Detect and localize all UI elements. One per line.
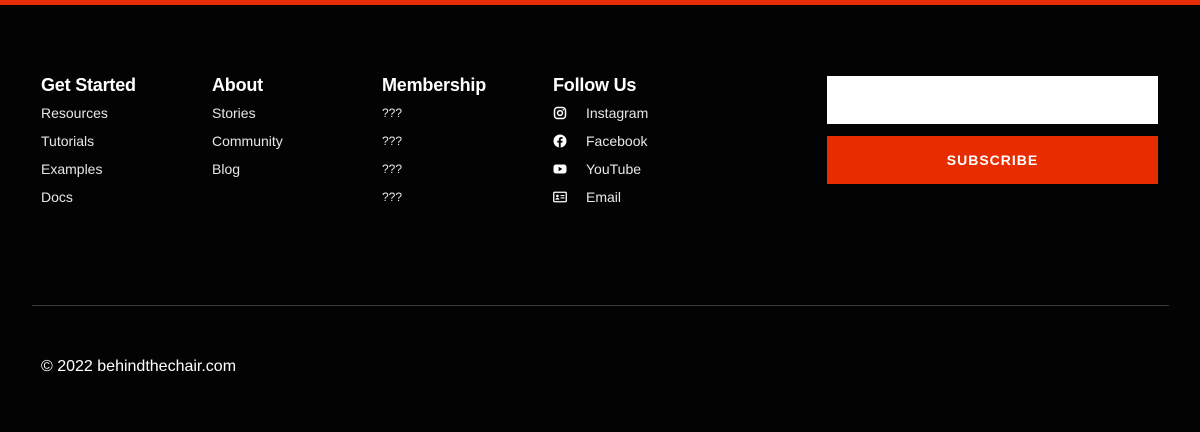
youtube-icon — [553, 162, 567, 176]
footer-link-stories[interactable]: Stories — [212, 105, 283, 121]
instagram-icon — [553, 106, 567, 120]
column-title-follow-us: Follow Us — [553, 75, 637, 95]
footer-link-membership-1[interactable]: ??? — [382, 105, 486, 121]
footer-divider — [32, 305, 1169, 306]
footer-column-membership: Membership ??? ??? ??? ??? — [382, 74, 486, 217]
footer-link-docs[interactable]: Docs — [41, 189, 136, 205]
social-label-facebook: Facebook — [586, 133, 648, 149]
footer-link-examples[interactable]: Examples — [41, 161, 136, 177]
link-list-membership: ??? ??? ??? ??? — [382, 105, 486, 205]
newsletter-form: SUBSCRIBE — [827, 76, 1158, 184]
social-label-youtube: YouTube — [586, 161, 642, 177]
footer-column-about: About Stories Community Blog — [212, 74, 283, 189]
footer-link-blog[interactable]: Blog — [212, 161, 283, 177]
footer-link-membership-4[interactable]: ??? — [382, 189, 486, 205]
footer-column-get-started: Get Started Resources Tutorials Examples… — [41, 74, 136, 217]
link-list-get-started: Resources Tutorials Examples Docs — [41, 105, 136, 205]
social-link-facebook[interactable]: Facebook — [553, 133, 648, 149]
email-card-icon — [553, 190, 567, 204]
social-link-youtube[interactable]: YouTube — [553, 161, 648, 177]
social-link-instagram[interactable]: Instagram — [553, 105, 648, 121]
subscribe-button[interactable]: SUBSCRIBE — [827, 136, 1158, 184]
social-label-instagram: Instagram — [586, 105, 649, 121]
footer-link-membership-3[interactable]: ??? — [382, 161, 486, 177]
column-title-get-started: Get Started — [41, 75, 136, 95]
newsletter-email-input[interactable] — [827, 76, 1158, 124]
social-label-email: Email — [586, 189, 622, 205]
link-list-about: Stories Community Blog — [212, 105, 283, 177]
facebook-icon — [553, 134, 567, 148]
column-title-membership: Membership — [382, 75, 487, 95]
column-title-about: About — [212, 75, 263, 95]
social-link-list: Instagram Facebook YouTube Email — [553, 105, 648, 205]
footer-link-community[interactable]: Community — [212, 133, 283, 149]
footer-link-resources[interactable]: Resources — [41, 105, 136, 121]
top-accent-bar — [0, 0, 1200, 5]
footer-link-membership-2[interactable]: ??? — [382, 133, 486, 149]
footer-link-tutorials[interactable]: Tutorials — [41, 133, 136, 149]
footer-column-follow-us: Follow Us Instagram Facebook YouTube Ema… — [553, 74, 648, 217]
social-link-email[interactable]: Email — [553, 189, 648, 205]
copyright-text: © 2022 behindthechair.com — [41, 358, 237, 375]
